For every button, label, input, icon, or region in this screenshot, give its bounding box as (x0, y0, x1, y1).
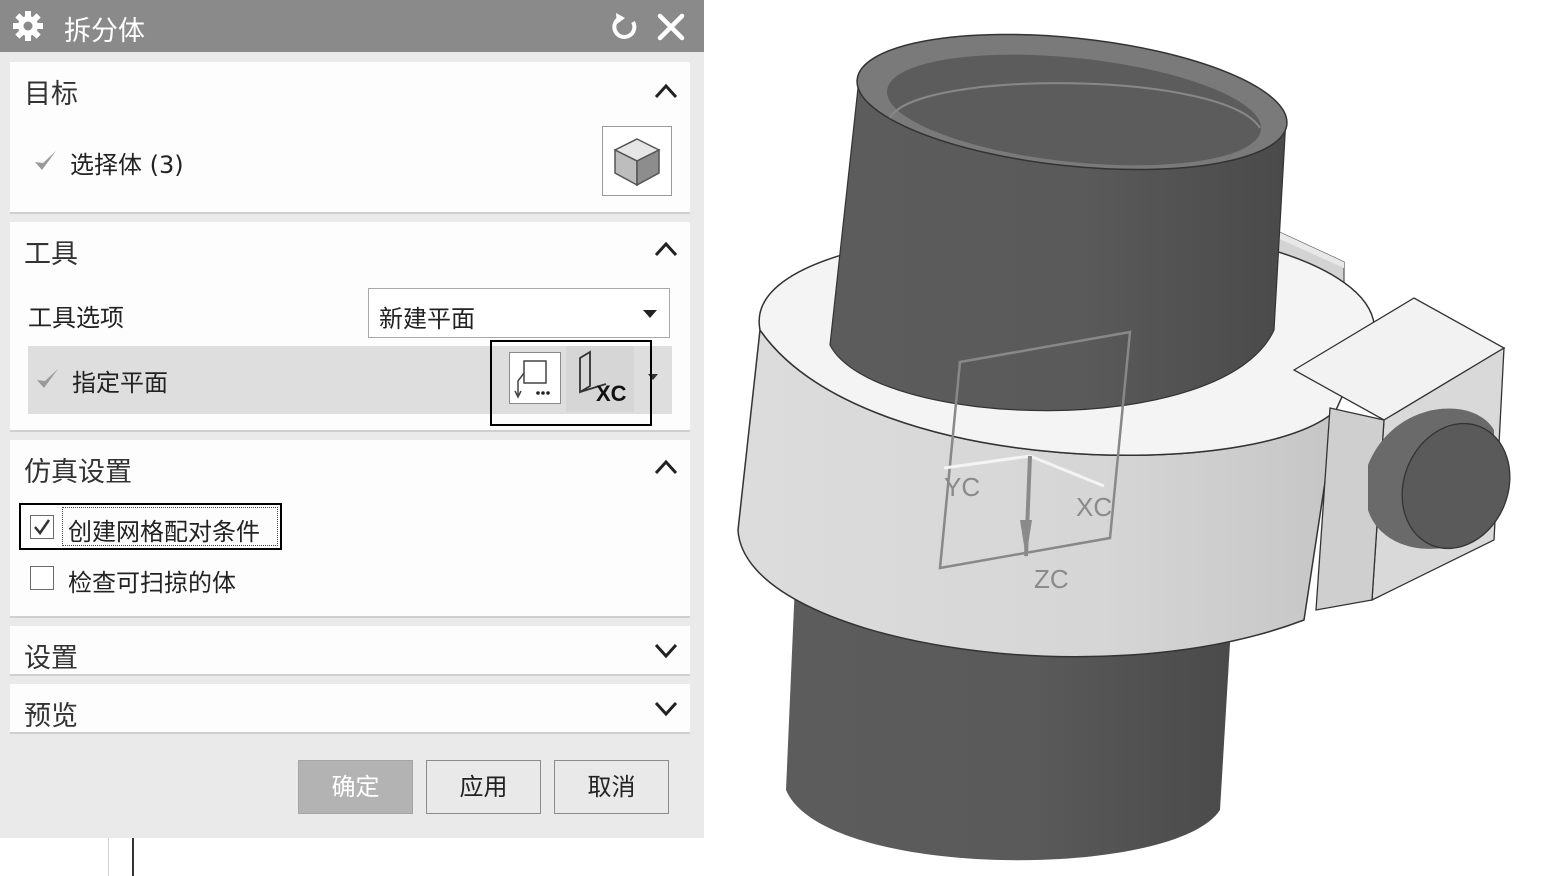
specify-plane-label: 指定平面 (72, 369, 168, 397)
tool-option-label: 工具选项 (28, 304, 124, 332)
axis-label-zc: ZC (1034, 564, 1069, 594)
reset-icon[interactable] (608, 10, 642, 44)
ok-button[interactable]: 确定 (298, 760, 413, 814)
select-body-label[interactable]: 选择体 (3) (70, 145, 184, 180)
clamp-model: YC XC ZC (737, 33, 1511, 861)
axis-label-yc: YC (944, 472, 980, 502)
check-sweep-label[interactable]: 检查可扫掠的体 (68, 563, 236, 598)
dialog-title: 拆分体 (64, 16, 145, 47)
split-body-dialog: 拆分体 目标 选择体 (3) 工具 工具选项 新建平面 指定平面 XC 仿真设置… (0, 0, 704, 838)
chevron-down-icon[interactable] (652, 640, 680, 662)
check-sweep-checkbox[interactable] (30, 566, 54, 590)
check-icon (37, 369, 58, 388)
simulation-section-header[interactable]: 仿真设置 (24, 450, 132, 489)
cancel-button[interactable]: 取消 (554, 760, 669, 814)
dialog-titlebar[interactable]: 拆分体 (0, 0, 704, 52)
preview-section-header[interactable]: 预览 (24, 694, 78, 733)
target-section-header[interactable]: 目标 (24, 72, 78, 111)
settings-section[interactable]: 设置 (10, 626, 690, 676)
select-body-button[interactable] (602, 126, 672, 196)
chevron-up-icon[interactable] (652, 80, 680, 102)
highlight-frame (19, 503, 282, 550)
target-section: 目标 (10, 62, 690, 214)
tool-section-header[interactable]: 工具 (24, 232, 78, 271)
close-icon[interactable] (654, 10, 688, 44)
tool-option-value: 新建平面 (379, 305, 475, 333)
apply-button[interactable]: 应用 (426, 760, 541, 814)
divider (132, 838, 134, 876)
chevron-up-icon[interactable] (652, 456, 680, 478)
check-icon (35, 151, 56, 170)
tool-option-select[interactable]: 新建平面 (368, 288, 670, 338)
dropdown-arrow-icon (643, 310, 657, 318)
status-strip (0, 838, 704, 876)
preview-section[interactable]: 预览 (10, 684, 690, 734)
gear-icon (13, 11, 43, 41)
solid-body-icon (613, 138, 661, 187)
chevron-up-icon[interactable] (652, 238, 680, 260)
upper-pipe (829, 33, 1288, 412)
graphics-viewport[interactable]: YC XC ZC (704, 0, 1542, 876)
divider (108, 838, 109, 876)
axis-label-xc: XC (1076, 492, 1112, 522)
highlight-frame (490, 340, 652, 426)
chevron-down-icon[interactable] (652, 698, 680, 720)
settings-section-header[interactable]: 设置 (24, 636, 78, 675)
